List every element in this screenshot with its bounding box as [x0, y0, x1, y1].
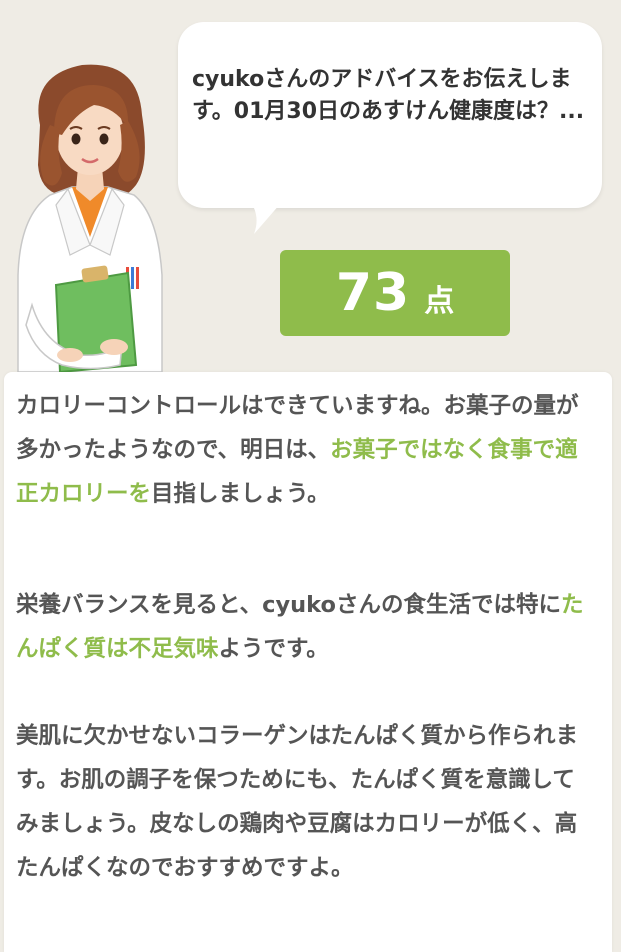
advice-paragraph-calorie: カロリーコントロールはできていますね。お菓子の量が多かったようなので、明日は、お… — [16, 384, 596, 516]
health-score-unit: 点 — [424, 284, 455, 319]
advice-header: cyukoさんのアドバイスをお伝えします。01月30日のあすけん健康度は？...… — [0, 0, 621, 372]
calorie-text-end: 目指しましょう。 — [151, 481, 330, 507]
advice-bubble-text: cyukoさんのアドバイスをお伝えします。01月30日のあすけん健康度は？... — [192, 67, 585, 124]
nutrition-text-start: 栄養バランスを見ると、cyukoさんの食生活では特に — [16, 592, 561, 618]
advice-paragraph-nutrition: 栄養バランスを見ると、cyukoさんの食生活では特にたんぱく質は不足気味ようです… — [16, 583, 596, 671]
speech-bubble-tail — [252, 204, 280, 234]
advice-speech-bubble: cyukoさんのアドバイスをお伝えします。01月30日のあすけん健康度は？... — [178, 22, 602, 208]
health-score-badge: 73 点 — [280, 250, 510, 336]
advice-message-card: カロリーコントロールはできていますね。お菓子の量が多かったようなので、明日は、お… — [4, 372, 612, 952]
nutrition-text-end: ようです。 — [218, 636, 329, 662]
nutritionist-avatar — [17, 64, 163, 372]
advice-paragraph-protein: 美肌に欠かせないコラーゲンはたんぱく質から作られます。お肌の調子を保つためにも、… — [16, 723, 579, 881]
health-score-value: 73 — [335, 263, 411, 323]
